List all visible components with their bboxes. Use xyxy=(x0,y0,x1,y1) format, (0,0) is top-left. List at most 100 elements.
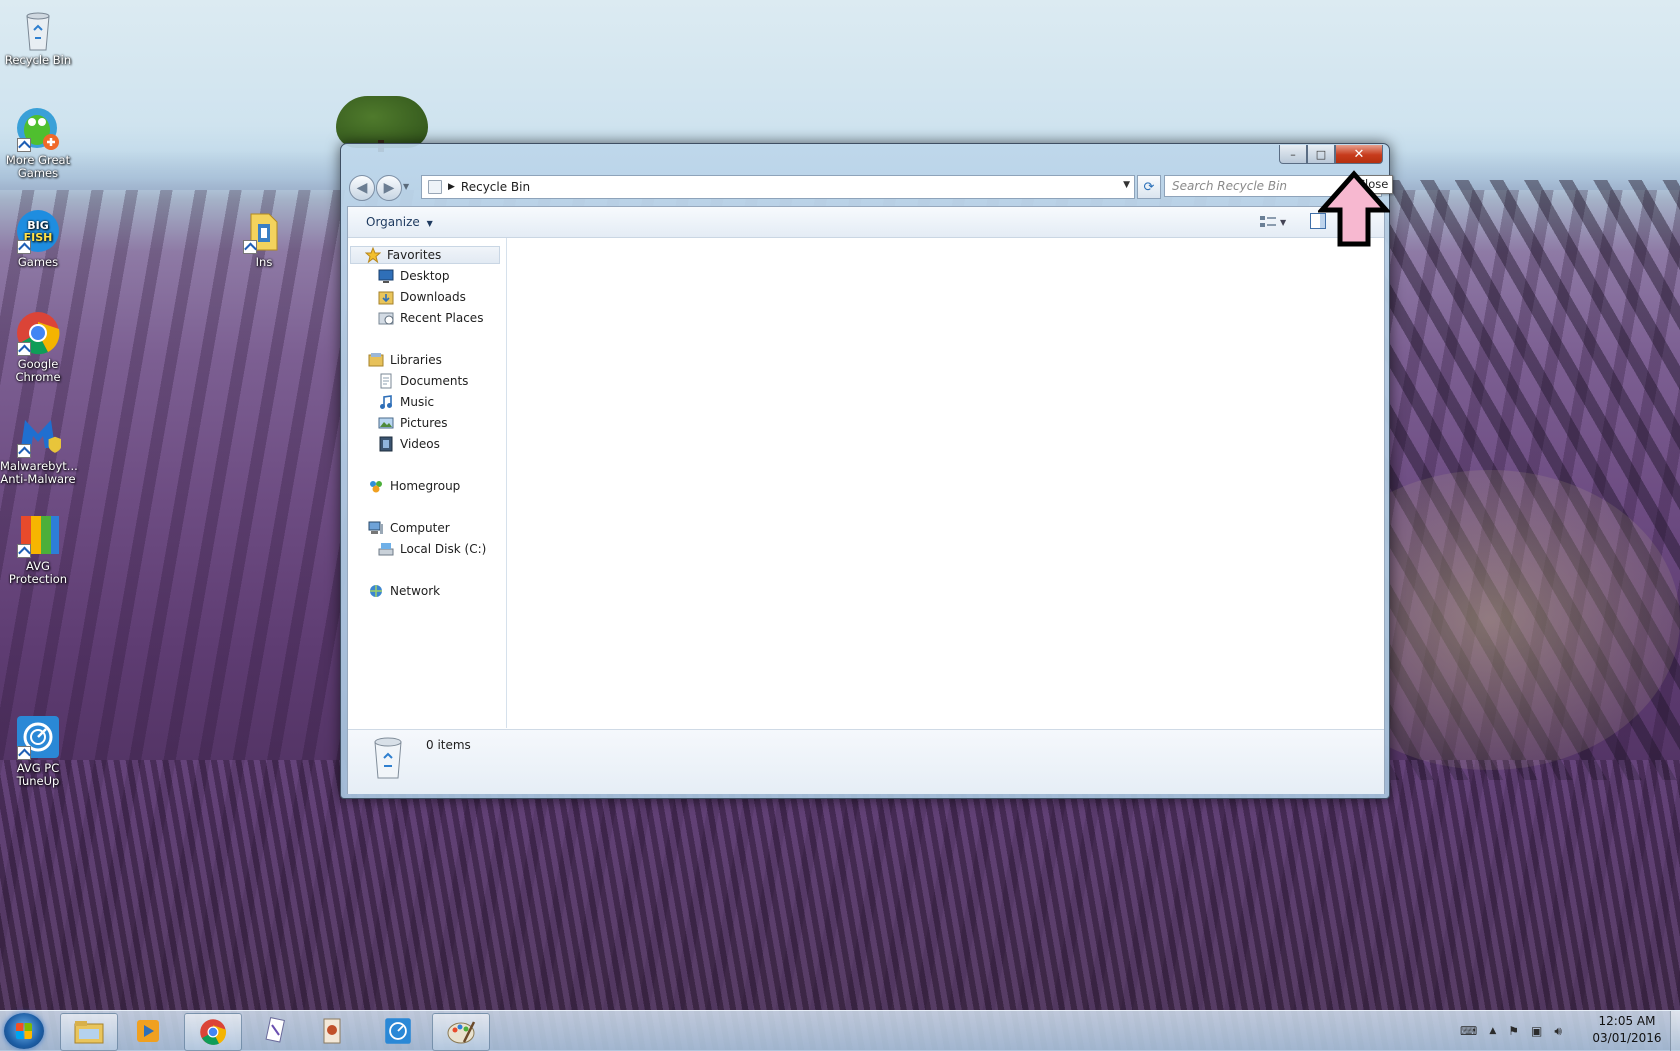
desktop-icon-label: Malwarebyt... Anti-Malware xyxy=(0,459,78,486)
desktop-icon-games[interactable]: BIG FISH Games xyxy=(0,208,76,269)
documents-icon xyxy=(378,373,394,389)
view-dropdown-icon: ▼ xyxy=(1280,217,1287,227)
nav-pictures-label: Pictures xyxy=(400,416,448,430)
taskbar-media-player[interactable] xyxy=(120,1013,176,1049)
nav-music[interactable]: Music xyxy=(378,394,434,410)
taskbar: ⌨ ▲ ⚑ ▣ 🔊︎ 12:05 AM 03/01/2016 xyxy=(0,1010,1680,1051)
nav-videos[interactable]: Videos xyxy=(378,436,440,452)
card-game-icon xyxy=(265,1017,285,1043)
view-options-icon xyxy=(1260,216,1276,227)
desktop-icon-more-great-games[interactable]: More Great Games xyxy=(0,106,76,180)
close-icon: ✕ xyxy=(1353,146,1365,162)
nav-recent-places[interactable]: Recent Places xyxy=(378,310,483,326)
desktop-icon-avg-tuneup[interactable]: AVG PC TuneUp xyxy=(0,714,76,788)
downloads-icon xyxy=(378,289,394,305)
libraries-icon xyxy=(368,352,384,368)
desktop-icon-avg-protection[interactable]: AVG Protection xyxy=(0,512,76,586)
nav-recent-places-label: Recent Places xyxy=(400,311,484,325)
back-arrow-icon: ◀ xyxy=(356,180,368,196)
clock-time: 12:05 AM xyxy=(1598,1014,1656,1028)
pictures-icon xyxy=(378,415,394,431)
network-status-icon[interactable]: ▣ xyxy=(1531,1024,1542,1038)
desktop-icon-google-chrome[interactable]: Google Chrome xyxy=(0,310,76,384)
homegroup-icon xyxy=(368,478,384,494)
caption-buttons: – □ ✕ xyxy=(1279,145,1383,165)
tuneup-taskbar-icon xyxy=(385,1018,411,1044)
organize-button[interactable]: Organize ▼ xyxy=(366,215,433,229)
desktop-icon-ins[interactable]: Ins xyxy=(226,208,302,269)
breadcrumb-recycle-bin[interactable]: Recycle Bin xyxy=(461,180,530,194)
chrome-taskbar-icon xyxy=(200,1019,227,1045)
show-desktop-button[interactable] xyxy=(1670,1011,1680,1051)
breadcrumb-chevron-icon[interactable]: ▶ xyxy=(448,182,455,192)
maximize-button[interactable]: □ xyxy=(1307,145,1335,164)
nav-network-label: Network xyxy=(390,584,441,598)
taskbar-app-card[interactable] xyxy=(248,1013,304,1049)
nav-pictures[interactable]: Pictures xyxy=(378,415,448,431)
system-tray: ⌨ ▲ ⚑ ▣ 🔊︎ xyxy=(1460,1011,1610,1051)
document-app-icon xyxy=(323,1018,341,1044)
nav-local-disk-label: Local Disk (C:) xyxy=(400,542,487,556)
recycle-bin-large-icon xyxy=(370,736,406,780)
organize-dropdown-icon: ▼ xyxy=(426,219,433,228)
desktop-icon-malwarebytes[interactable]: Malwarebyt... Anti-Malware xyxy=(0,412,78,486)
nav-downloads[interactable]: Downloads xyxy=(378,289,466,305)
nav-documents-label: Documents xyxy=(400,374,469,388)
big-fish-games-icon: BIG FISH xyxy=(15,208,61,254)
nav-downloads-label: Downloads xyxy=(400,290,466,304)
change-view-button[interactable]: ▼ xyxy=(1260,215,1290,229)
start-button[interactable] xyxy=(4,1013,44,1049)
malwarebytes-icon xyxy=(15,412,62,458)
star-icon xyxy=(364,246,382,264)
taskbar-paint[interactable] xyxy=(432,1013,490,1051)
volume-icon[interactable]: 🔊︎ xyxy=(1554,1024,1562,1039)
nav-libraries[interactable]: Libraries xyxy=(368,352,442,368)
nav-desktop[interactable]: Desktop xyxy=(378,268,450,284)
nav-computer[interactable]: Computer xyxy=(368,520,450,536)
more-great-games-icon xyxy=(15,106,61,152)
recent-pages-dropdown-icon[interactable]: ▼ xyxy=(403,182,409,191)
taskbar-clock[interactable]: 12:05 AM 03/01/2016 xyxy=(1590,1013,1664,1047)
desktop-icon-recycle-bin[interactable]: Recycle Bin xyxy=(0,6,76,67)
show-hidden-icons-icon[interactable]: ▲ xyxy=(1489,1026,1496,1036)
taskbar-app-document[interactable] xyxy=(304,1013,360,1049)
music-icon xyxy=(378,394,394,410)
refresh-icon: ⟳ xyxy=(1143,179,1155,195)
explorer-window[interactable]: – □ ✕ ◀ ▶ ▼ ▶ Recycle Bin ▼ ⟳ Search Rec… xyxy=(340,143,1390,799)
desktop-icon-label: Google Chrome xyxy=(15,357,61,384)
chrome-icon xyxy=(15,310,61,356)
paint-icon xyxy=(447,1021,476,1044)
refresh-button[interactable]: ⟳ xyxy=(1137,175,1161,199)
forward-button[interactable]: ▶ xyxy=(376,175,402,201)
recent-places-icon xyxy=(378,310,394,326)
keyboard-icon[interactable]: ⌨ xyxy=(1460,1024,1477,1038)
nav-favorites-label: Favorites xyxy=(387,248,442,262)
nav-local-disk[interactable]: Local Disk (C:) xyxy=(378,541,486,557)
nav-favorites[interactable]: Favorites xyxy=(350,246,500,264)
file-list-area[interactable] xyxy=(507,238,1384,728)
nav-desktop-label: Desktop xyxy=(400,269,450,283)
desktop-icon-label: Recycle Bin xyxy=(4,53,72,67)
command-bar: Organize ▼ ▼ ? xyxy=(348,207,1384,238)
address-bar[interactable]: ▶ Recycle Bin ▼ xyxy=(421,175,1135,199)
desktop-icon-label: AVG PC TuneUp xyxy=(16,761,60,788)
desktop-icon xyxy=(378,268,394,284)
action-center-flag-icon[interactable]: ⚑ xyxy=(1508,1024,1519,1038)
taskbar-avg-tuneup[interactable] xyxy=(370,1013,426,1049)
address-dropdown-icon[interactable]: ▼ xyxy=(1123,180,1130,190)
recycle-bin-icon xyxy=(15,6,61,52)
nav-documents[interactable]: Documents xyxy=(378,373,468,389)
recycle-bin-small-icon xyxy=(428,180,442,194)
local-disk-icon xyxy=(378,541,394,557)
nav-homegroup[interactable]: Homegroup xyxy=(368,478,460,494)
nav-music-label: Music xyxy=(400,395,435,409)
nav-network[interactable]: Network xyxy=(368,583,440,599)
taskbar-google-chrome[interactable] xyxy=(184,1013,242,1051)
close-button[interactable]: ✕ xyxy=(1335,145,1383,164)
navigation-row: ◀ ▶ ▼ ▶ Recycle Bin ▼ ⟳ Search Recycle B… xyxy=(349,174,1383,201)
minimize-button[interactable]: – xyxy=(1279,145,1307,164)
network-icon xyxy=(368,583,384,599)
back-button[interactable]: ◀ xyxy=(349,175,375,201)
taskbar-windows-explorer[interactable] xyxy=(60,1013,118,1051)
videos-icon xyxy=(378,436,394,452)
